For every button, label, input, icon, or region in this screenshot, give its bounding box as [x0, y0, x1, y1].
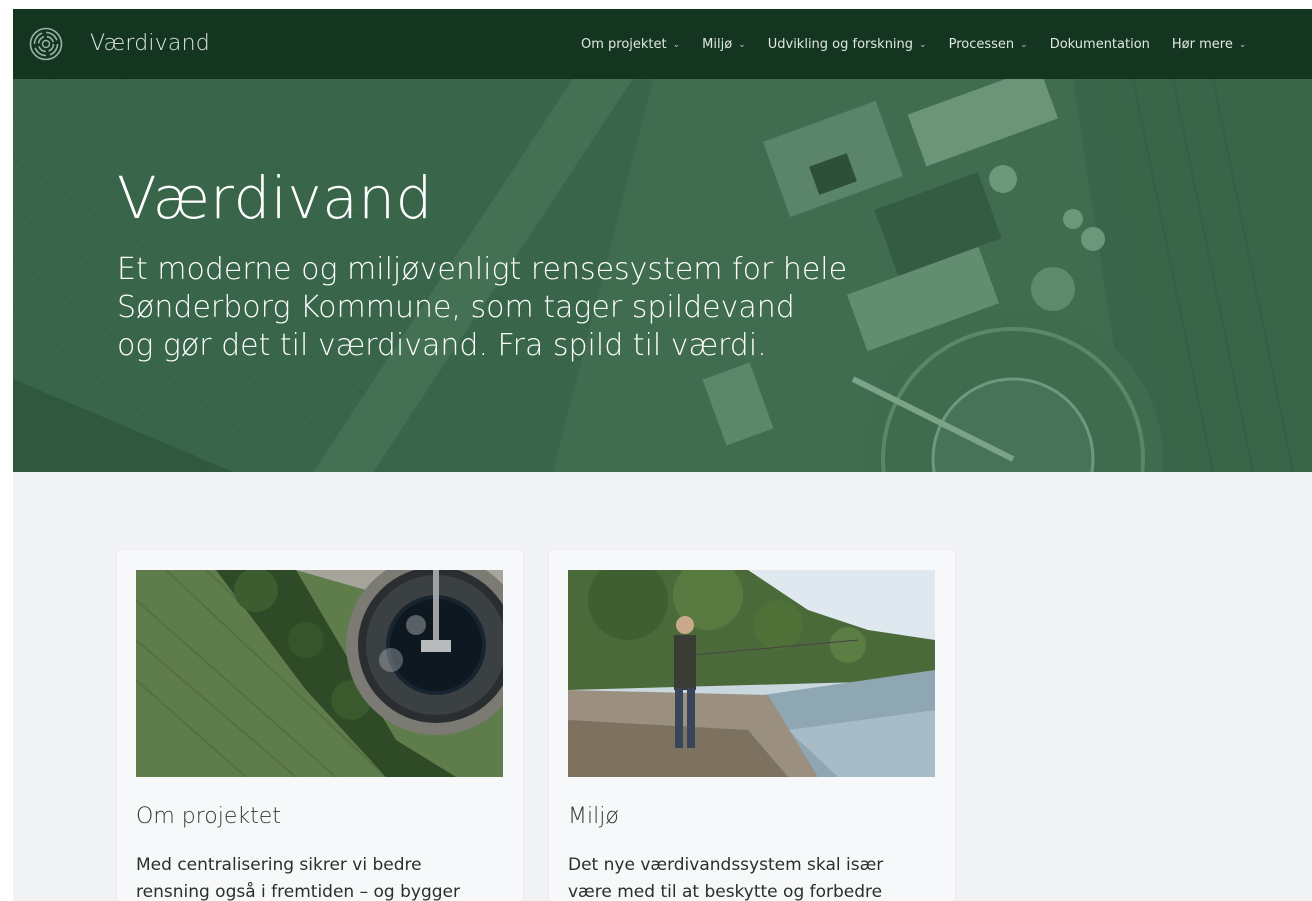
card-om-projektet[interactable]: Om projektet Med centralisering sikrer v… — [117, 550, 523, 901]
card-text: Det nye værdivandssystem skal især være … — [568, 855, 884, 901]
page: Værdivand Om projektet ⌄ Miljø ⌄ Udvikli… — [13, 9, 1312, 901]
chevron-down-icon: ⌄ — [1238, 39, 1247, 50]
nav-item-dokumentation[interactable]: Dokumentation — [1050, 37, 1150, 52]
hero-banner: Værdivand Et moderne og miljøvenligt ren… — [13, 79, 1312, 472]
nav-item-label: Miljø — [702, 37, 733, 52]
hero-title: Værdivand — [117, 164, 433, 232]
hero-subtitle-line: og gør det til værdivand. Fra spild til … — [117, 328, 767, 364]
chevron-down-icon: ⌄ — [738, 39, 746, 50]
nav-item-hor-mere[interactable]: Hør mere ⌄ — [1172, 37, 1246, 52]
card-text: Med centralisering sikrer vi bedre rensn… — [136, 855, 460, 901]
brand-name[interactable]: Værdivand — [90, 31, 210, 56]
card-image-fisherman-coast[interactable] — [568, 570, 935, 777]
nav-item-miljo[interactable]: Miljø ⌄ — [702, 37, 746, 52]
hero-subtitle: Et moderne og miljøvenligt rensesystem f… — [117, 251, 917, 365]
nav-item-label: Udvikling og forskning — [767, 37, 914, 52]
top-navbar: Værdivand Om projektet ⌄ Miljø ⌄ Udvikli… — [13, 9, 1312, 79]
card-image-treatment-plant[interactable] — [136, 570, 503, 777]
nav-item-processen[interactable]: Processen ⌄ — [949, 37, 1028, 52]
nav-item-label: Dokumentation — [1049, 37, 1150, 52]
hero-subtitle-line: Sønderborg Kommune, som tager spildevand — [117, 290, 795, 326]
chevron-down-icon: ⌄ — [919, 39, 927, 50]
card-title[interactable]: Miljø — [568, 804, 619, 829]
chevron-down-icon: ⌄ — [1020, 39, 1028, 50]
nav-item-label: Om projektet — [581, 37, 667, 52]
chevron-down-icon: ⌄ — [672, 39, 681, 50]
nav-item-udvikling-og-forskning[interactable]: Udvikling og forskning ⌄ — [768, 37, 927, 52]
main-menu: Om projektet ⌄ Miljø ⌄ Udvikling og fors… — [581, 37, 1268, 52]
card-title[interactable]: Om projektet — [136, 804, 281, 829]
nav-item-om-projektet[interactable]: Om projektet ⌄ — [581, 37, 680, 52]
nav-item-label: Processen — [948, 37, 1015, 52]
nav-item-label: Hør mere — [1171, 37, 1233, 52]
hero-subtitle-line: Et moderne og miljøvenligt rensesystem f… — [117, 252, 848, 287]
logo-icon[interactable] — [29, 27, 63, 61]
card-miljo[interactable]: Miljø Det nye værdivandssystem skal især… — [549, 550, 955, 901]
